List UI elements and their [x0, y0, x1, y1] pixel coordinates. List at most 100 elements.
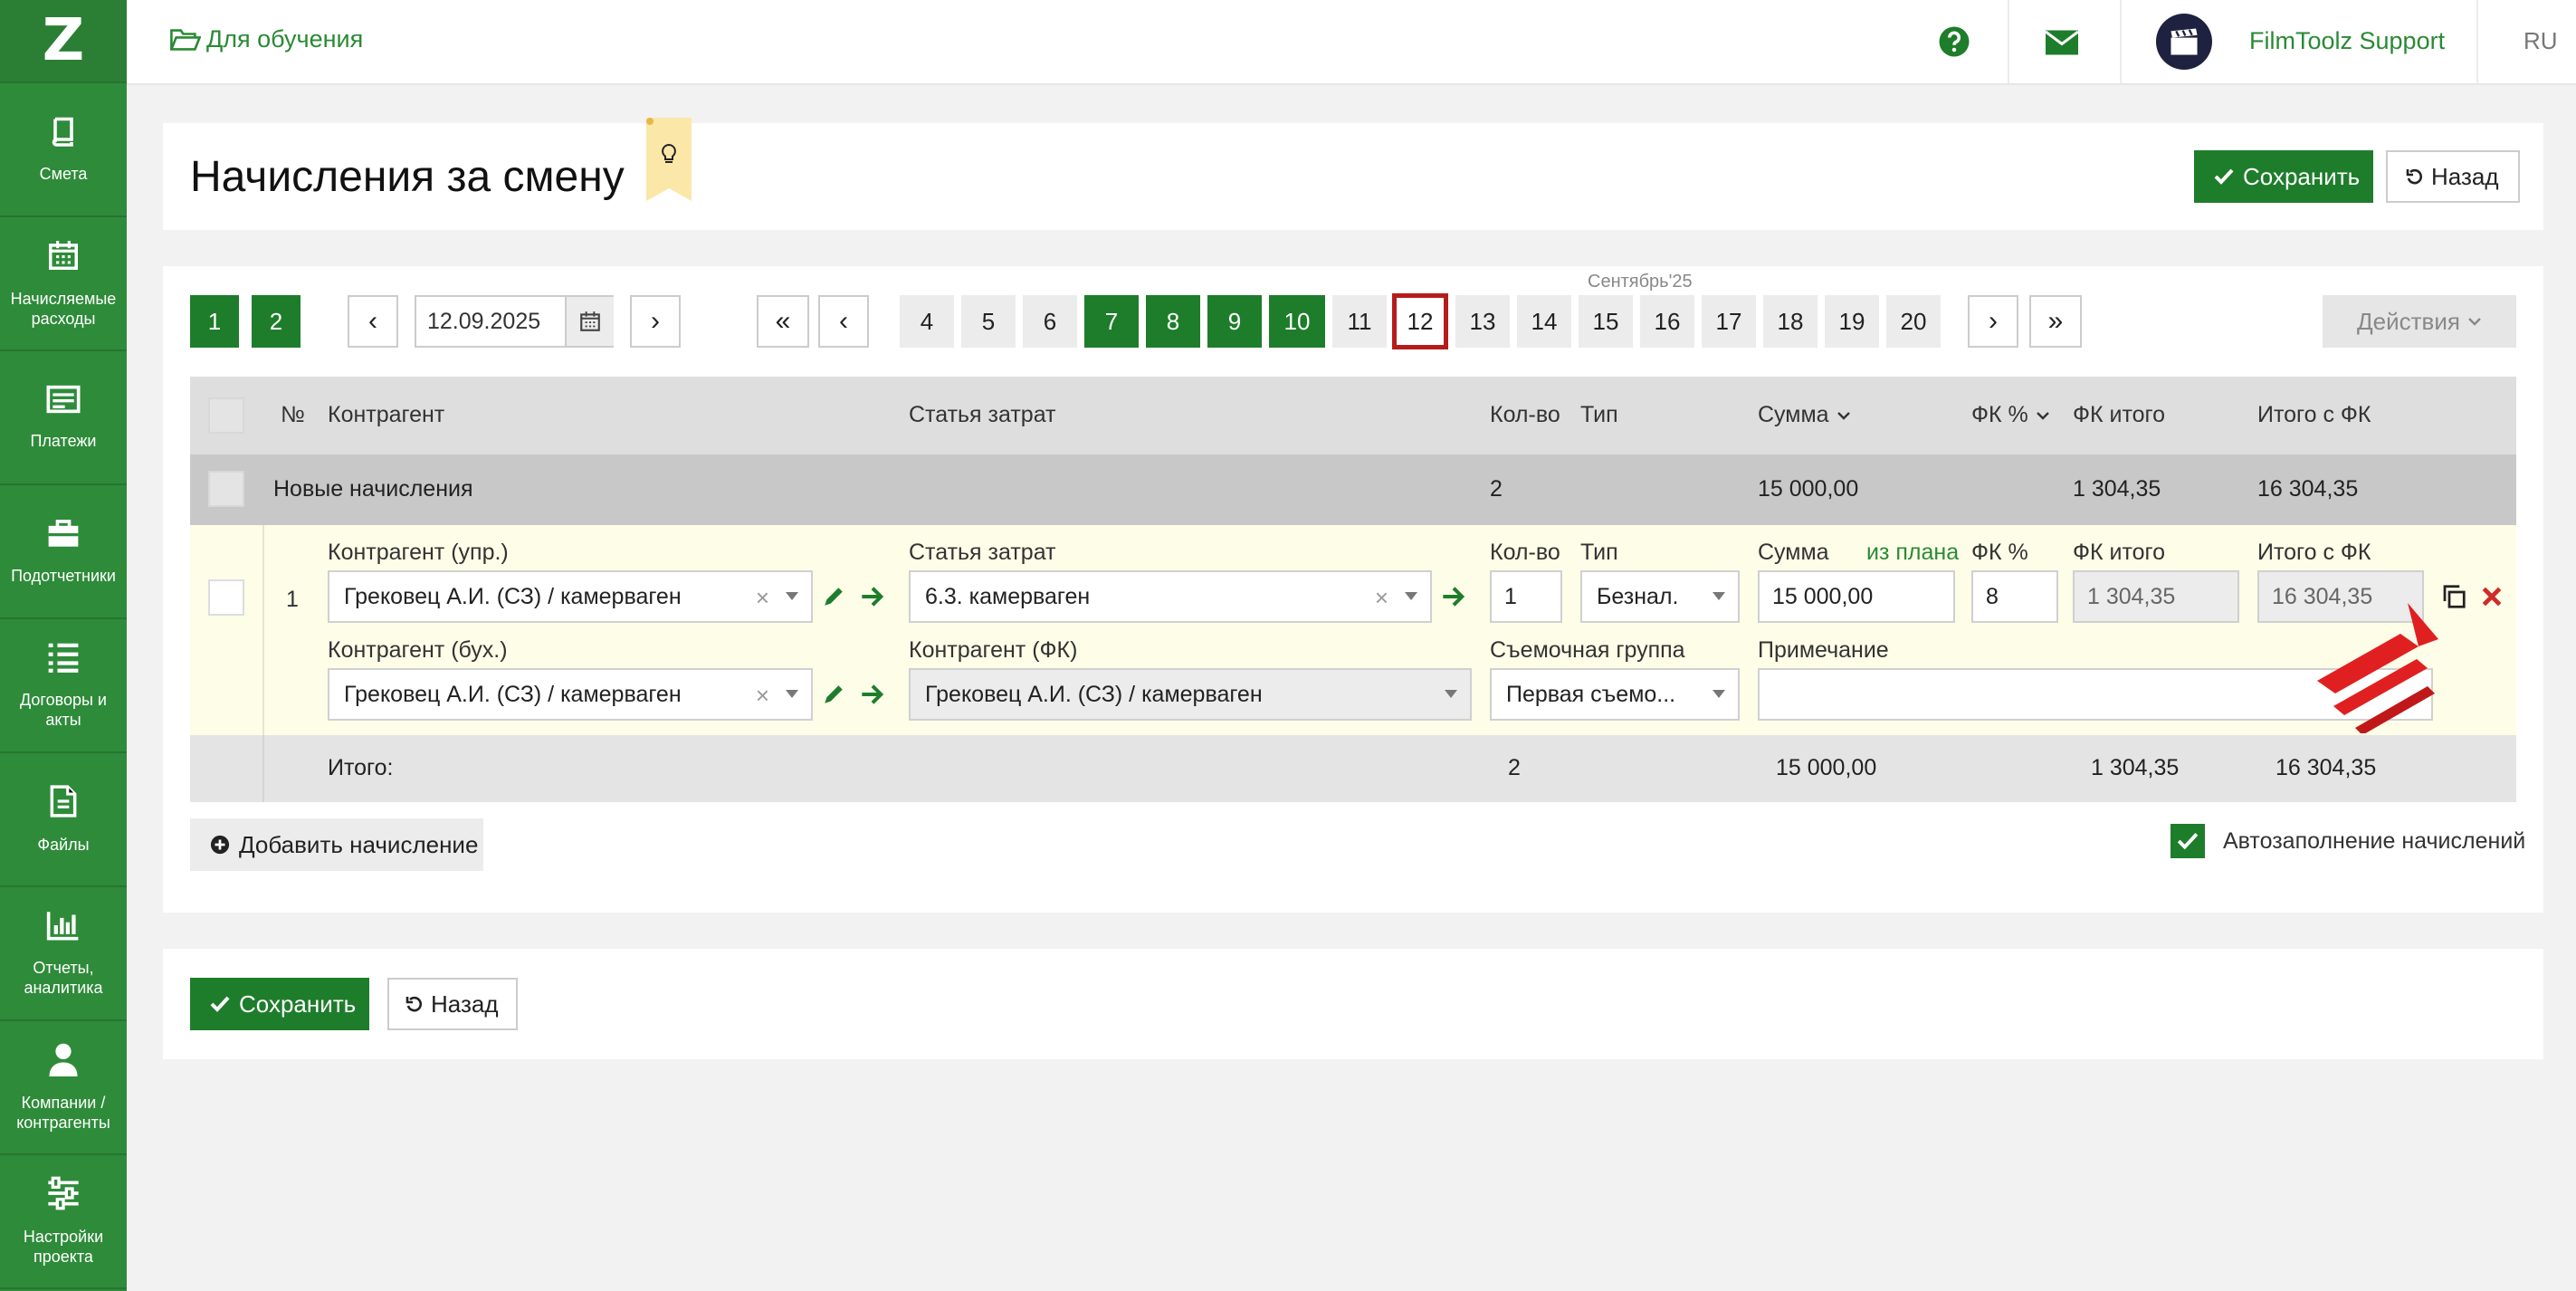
autofill-checkbox[interactable]: [2171, 824, 2205, 858]
day-8[interactable]: 8: [1146, 295, 1200, 348]
edit-contractor-acc-button[interactable]: [822, 683, 845, 706]
day-20[interactable]: 20: [1886, 295, 1941, 348]
prev-day-button[interactable]: ‹: [348, 295, 398, 348]
date-value: 12.09.2025: [427, 308, 541, 334]
main-card: 1 2 ‹ 12.09.2025 › « ‹ Сентябрь'25 4 5 6…: [163, 266, 2543, 913]
day-4[interactable]: 4: [900, 295, 954, 348]
caret-down-icon: [1713, 592, 1725, 600]
messages-button[interactable]: [2044, 29, 2080, 56]
col-sum-label: Сумма: [1758, 402, 1829, 427]
fk-total-input: 1 304,35: [2073, 570, 2239, 623]
day-11[interactable]: 11: [1332, 295, 1387, 348]
cost-item-select[interactable]: 6.3. камерваген ×: [909, 570, 1432, 623]
type-select[interactable]: Безнал.: [1580, 570, 1740, 623]
day-17[interactable]: 17: [1702, 295, 1756, 348]
table-header: № Контрагент Статья затрат Кол-во Тип Су…: [190, 377, 2516, 454]
contractor-acc-select[interactable]: Грековец А.И. (СЗ) / камерваген ×: [328, 668, 813, 721]
contractor-fk-value: Грековец А.И. (СЗ) / камерваген: [925, 681, 1263, 707]
edit-contractor-mgmt-button[interactable]: [822, 585, 845, 608]
actions-label: Действия: [2357, 307, 2460, 335]
month-label: Сентябрь'25: [1588, 272, 1693, 292]
totals-label: Итого:: [328, 755, 394, 780]
next-week-button[interactable]: ›: [1968, 295, 2018, 348]
back-button-bottom[interactable]: Назад: [387, 978, 518, 1030]
col-sum[interactable]: Сумма: [1758, 402, 1851, 428]
user-name[interactable]: FilmToolz Support: [2249, 27, 2445, 55]
day-13[interactable]: 13: [1455, 295, 1510, 348]
first-week-button[interactable]: «: [757, 295, 809, 348]
actions-dropdown[interactable]: Действия: [2323, 295, 2516, 348]
sidebar-item-reports[interactable]: Отчеты, аналитика: [0, 887, 127, 1021]
day-18[interactable]: 18: [1763, 295, 1818, 348]
fk-pct-input[interactable]: 8: [1971, 570, 2058, 623]
qty-input[interactable]: 1: [1490, 570, 1562, 623]
help-button[interactable]: [1938, 25, 1970, 58]
lightbulb-icon: [646, 118, 692, 201]
totals-qty: 2: [1508, 755, 1521, 780]
sidebar-item-estimate[interactable]: Смета: [0, 83, 127, 217]
logo[interactable]: Z: [0, 0, 127, 83]
autofill-option[interactable]: Автозаполнение начислений: [2171, 824, 2525, 858]
col-num: №: [281, 402, 305, 427]
project-link[interactable]: Для обучения: [170, 25, 363, 53]
chevron-down-icon: [2036, 411, 2049, 420]
day-19[interactable]: 19: [1825, 295, 1879, 348]
arrow-right-icon: [1443, 587, 1465, 607]
clear-icon[interactable]: ×: [756, 584, 769, 612]
day-9[interactable]: 9: [1207, 295, 1262, 348]
avatar[interactable]: [2156, 14, 2212, 70]
sum-input[interactable]: 15 000,00: [1758, 570, 1955, 623]
sidebar-item-payments[interactable]: Платежи: [0, 351, 127, 485]
language-switch[interactable]: RU: [2524, 27, 2558, 55]
copy-icon: [2443, 585, 2466, 608]
page-2[interactable]: 2: [252, 295, 301, 348]
logo-text: Z: [42, 7, 85, 74]
pencil-icon: [825, 685, 843, 703]
prev-week-button[interactable]: ‹: [818, 295, 869, 348]
col-fk-pct[interactable]: ФК %: [1971, 402, 2050, 428]
day-15[interactable]: 15: [1579, 295, 1633, 348]
next-day-button[interactable]: ›: [630, 295, 681, 348]
sidebar-item-label: Платежи: [30, 432, 97, 450]
shooting-group-select[interactable]: Первая съемо...: [1490, 668, 1740, 721]
back-button-top[interactable]: Назад: [2386, 150, 2520, 203]
clear-icon[interactable]: ×: [756, 682, 769, 710]
copy-cost-item-button[interactable]: [1441, 585, 1466, 608]
last-week-button[interactable]: »: [2029, 295, 2082, 348]
day-6[interactable]: 6: [1023, 295, 1077, 348]
add-accrual-button[interactable]: Добавить начисление: [190, 818, 483, 871]
row-checkbox[interactable]: [208, 579, 244, 616]
sidebar-item-label: Компании / контрагенты: [16, 1094, 110, 1132]
select-all-checkbox[interactable]: [208, 397, 244, 434]
from-plan-link[interactable]: из плана: [1866, 540, 1959, 566]
page-1[interactable]: 1: [190, 295, 239, 348]
sidebar-item-settings[interactable]: Настройки проекта: [0, 1155, 127, 1289]
copy-contractor-acc-button[interactable]: [860, 683, 885, 706]
day-5[interactable]: 5: [961, 295, 1016, 348]
sidebar-item-accruals[interactable]: Начисляемые расходы: [0, 217, 127, 351]
clear-icon[interactable]: ×: [1375, 584, 1388, 612]
annotation-arrow-icon: [2317, 603, 2438, 733]
contractor-mgmt-select[interactable]: Грековец А.И. (СЗ) / камерваген ×: [328, 570, 813, 623]
day-12-selected[interactable]: 12: [1392, 293, 1448, 349]
date-picker-button[interactable]: [565, 297, 614, 346]
delete-row-button[interactable]: [2480, 585, 2504, 608]
sidebar-item-label: Договоры и акты: [20, 691, 107, 729]
hint-bookmark[interactable]: [646, 118, 692, 201]
save-button-bottom[interactable]: Сохранить: [190, 978, 369, 1030]
copy-contractor-mgmt-button[interactable]: [860, 585, 885, 608]
sidebar-item-files[interactable]: Файлы: [0, 753, 127, 887]
pencil-icon: [825, 588, 843, 606]
day-14[interactable]: 14: [1517, 295, 1571, 348]
topbar-divider: [2120, 0, 2122, 83]
day-16[interactable]: 16: [1640, 295, 1694, 348]
save-button-top[interactable]: Сохранить: [2194, 150, 2373, 203]
sidebar-item-companies[interactable]: Компании / контрагенты: [0, 1021, 127, 1155]
duplicate-row-button[interactable]: [2440, 583, 2467, 610]
group-checkbox[interactable]: [208, 471, 244, 507]
day-7[interactable]: 7: [1084, 295, 1139, 348]
contractor-fk-select[interactable]: Грековец А.И. (СЗ) / камерваген: [909, 668, 1472, 721]
sidebar-item-contracts[interactable]: Договоры и акты: [0, 619, 127, 753]
sidebar-item-accountables[interactable]: Подотчетники: [0, 485, 127, 619]
day-10[interactable]: 10: [1269, 295, 1325, 348]
